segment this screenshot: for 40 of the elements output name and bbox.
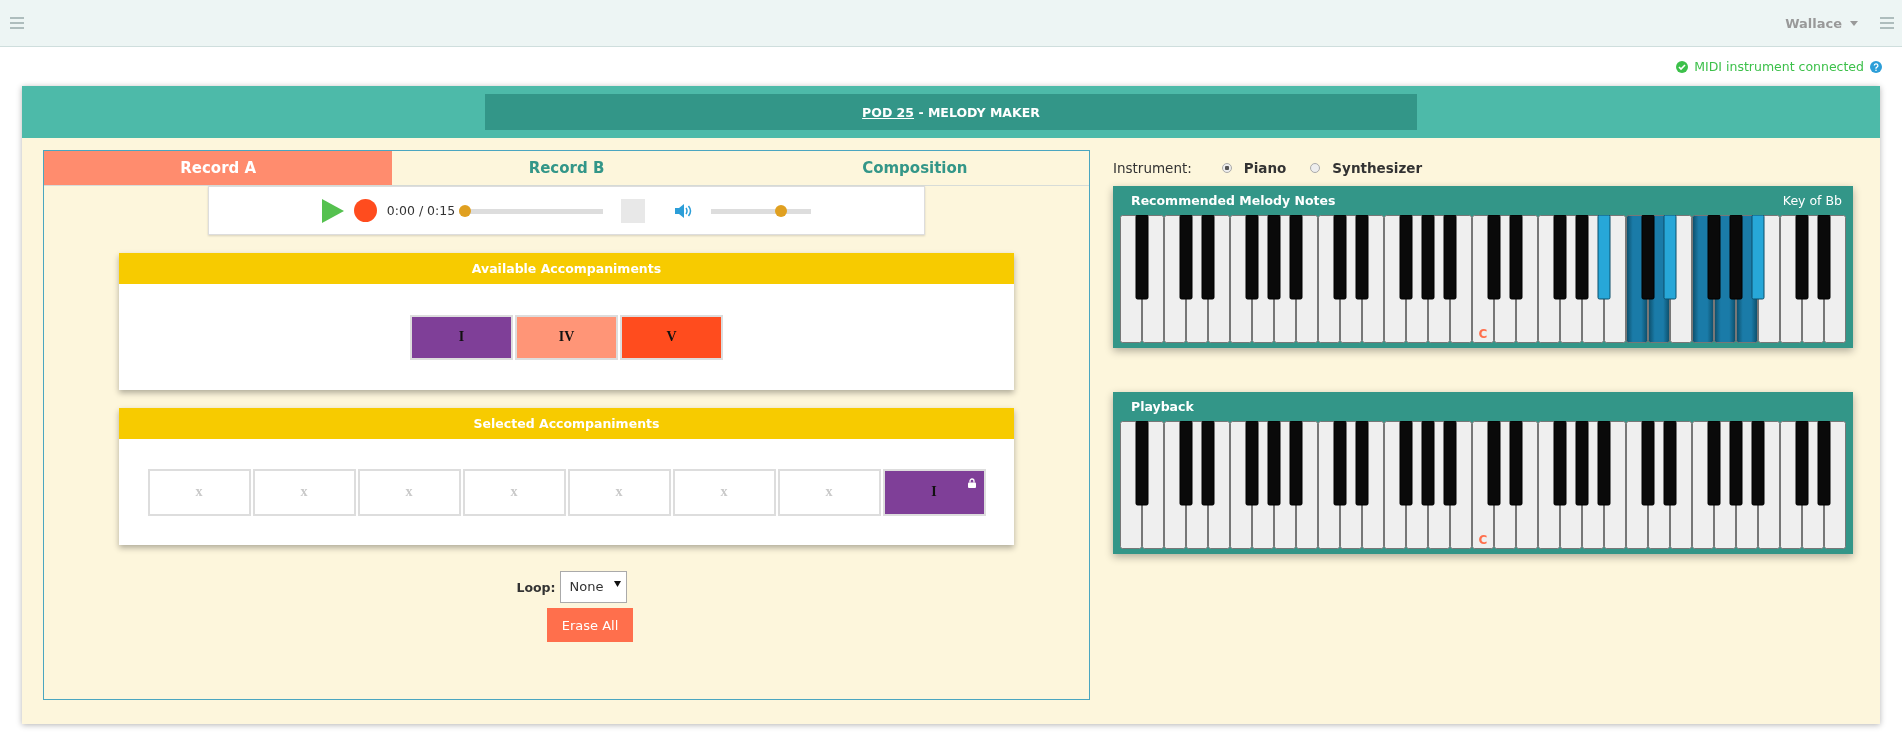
record-icon[interactable]: [353, 199, 377, 222]
tab[interactable]: Record B: [392, 151, 741, 185]
connection-status: MIDI instrument connected: [1694, 59, 1864, 74]
tab[interactable]: Record A: [44, 151, 393, 185]
key-signature: Key of Bb: [1782, 193, 1842, 208]
menu-icon[interactable]: [10, 17, 24, 29]
caret-icon: [1850, 20, 1858, 26]
chord-button[interactable]: I: [410, 314, 513, 360]
chord-button[interactable]: IV: [515, 314, 618, 360]
tab[interactable]: Composition: [740, 151, 1089, 185]
caret-icon: [613, 581, 621, 587]
note-label: C: [1477, 327, 1489, 341]
time-display: 0:00 / 0:15: [386, 203, 456, 218]
pod-link[interactable]: POD 25: [862, 104, 915, 120]
radio-button[interactable]: [1221, 163, 1232, 173]
piano-keyboard-drawing[interactable]: [1120, 421, 1846, 549]
card-title: Available Accompaniments: [119, 253, 1014, 284]
help-icon[interactable]: [1870, 60, 1882, 73]
volume-icon[interactable]: [675, 202, 694, 219]
check-circle-icon: [1676, 60, 1689, 73]
loop-label: Loop:: [516, 579, 556, 595]
note-label: C: [1477, 533, 1489, 547]
slider-thumb[interactable]: [774, 204, 787, 217]
keyboard-title: Recommended Melody Notes: [1131, 193, 1336, 208]
card-title: Selected Accompaniments: [119, 408, 1014, 439]
piano-keyboard-drawing[interactable]: [1120, 215, 1846, 343]
user-menu[interactable]: Wallace: [1781, 13, 1862, 33]
menu-icon[interactable]: [1880, 17, 1894, 29]
instrument-label: Instrument:: [1113, 160, 1192, 176]
play-icon[interactable]: [321, 198, 344, 223]
instrument-option[interactable]: Piano: [1221, 160, 1287, 176]
keyboard-title: Playback: [1131, 399, 1194, 414]
chord-button[interactable]: V: [620, 314, 723, 360]
page-title: - MELODY MAKER: [917, 104, 1040, 120]
loop-dropdown[interactable]: None: [559, 571, 627, 603]
chord-slot[interactable]: I: [882, 468, 986, 516]
instrument-option[interactable]: Synthesizer: [1310, 160, 1423, 176]
erase-all-button[interactable]: Erase All: [547, 608, 633, 642]
slider-thumb[interactable]: [459, 204, 472, 217]
radio-button[interactable]: [1310, 163, 1321, 173]
